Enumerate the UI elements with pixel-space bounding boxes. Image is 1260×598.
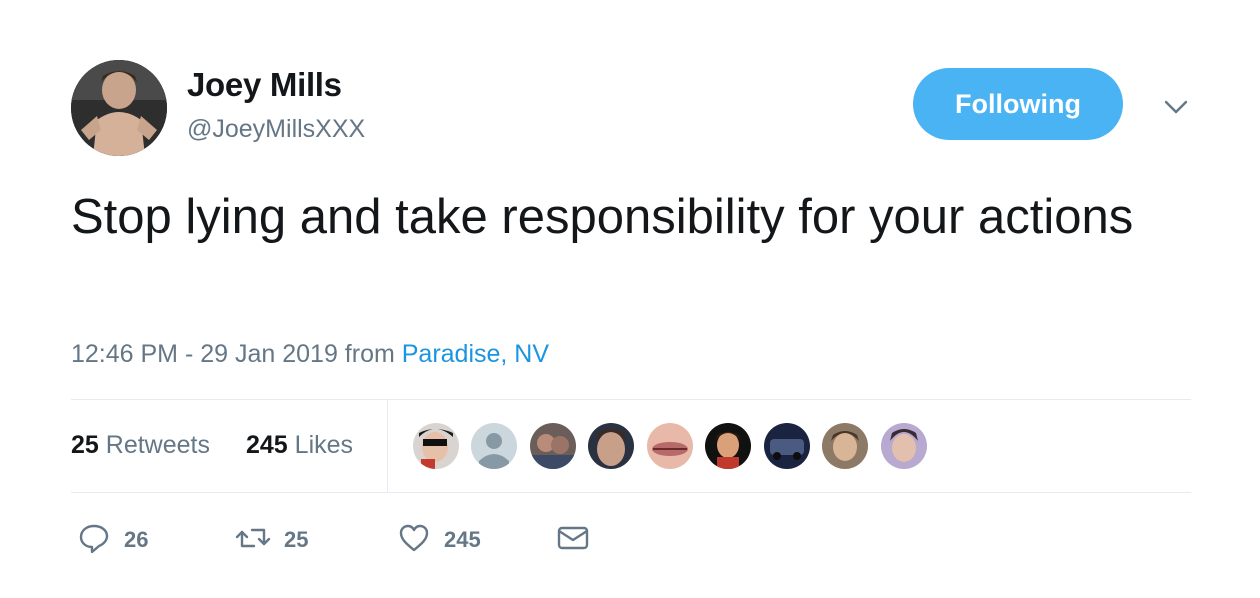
retweets-stat[interactable]: 25 Retweets — [71, 431, 210, 460]
tweet-metadata: 12:46 PM - 29 Jan 2019 from Paradise, NV — [71, 340, 549, 369]
liker-avatar[interactable] — [588, 423, 634, 469]
display-name[interactable]: Joey Mills — [187, 66, 342, 104]
reply-button[interactable]: 26 — [78, 524, 148, 556]
retweet-icon — [234, 522, 272, 559]
heart-icon — [398, 522, 430, 559]
liker-avatar[interactable] — [881, 423, 927, 469]
like-count: 245 — [444, 527, 481, 552]
avatar[interactable] — [71, 60, 167, 156]
retweets-label: Retweets — [105, 431, 210, 459]
liker-avatar[interactable] — [822, 423, 868, 469]
reply-count: 26 — [124, 527, 149, 552]
likes-label: Likes — [294, 431, 354, 459]
liker-avatar[interactable] — [764, 423, 810, 469]
reply-icon — [78, 522, 110, 559]
liker-avatar-placeholder[interactable] — [471, 423, 517, 469]
direct-message-button[interactable] — [556, 524, 590, 556]
divider — [71, 492, 1191, 493]
retweets-count: 25 — [71, 431, 99, 459]
following-button[interactable]: Following — [913, 68, 1123, 140]
retweet-button[interactable]: 25 — [234, 524, 308, 556]
stats-divider — [387, 400, 388, 492]
liker-avatar[interactable] — [705, 423, 751, 469]
liker-avatar[interactable] — [530, 423, 576, 469]
likes-stat[interactable]: 245 Likes — [246, 431, 353, 460]
user-handle[interactable]: @JoeyMillsXXX — [187, 115, 365, 144]
tweet-timestamp[interactable]: 12:46 PM - 29 Jan 2019 from — [71, 340, 402, 368]
divider — [71, 399, 1191, 400]
like-button[interactable]: 245 — [398, 524, 481, 556]
likes-count: 245 — [246, 431, 288, 459]
envelope-icon — [556, 522, 590, 559]
liker-avatar[interactable] — [413, 423, 459, 469]
location-link[interactable]: Paradise, NV — [402, 340, 549, 368]
tweet-text: Stop lying and take responsibility for y… — [71, 190, 1134, 244]
liker-avatar[interactable] — [647, 423, 693, 469]
retweet-count: 25 — [284, 527, 309, 552]
chevron-down-icon[interactable] — [1160, 94, 1192, 120]
